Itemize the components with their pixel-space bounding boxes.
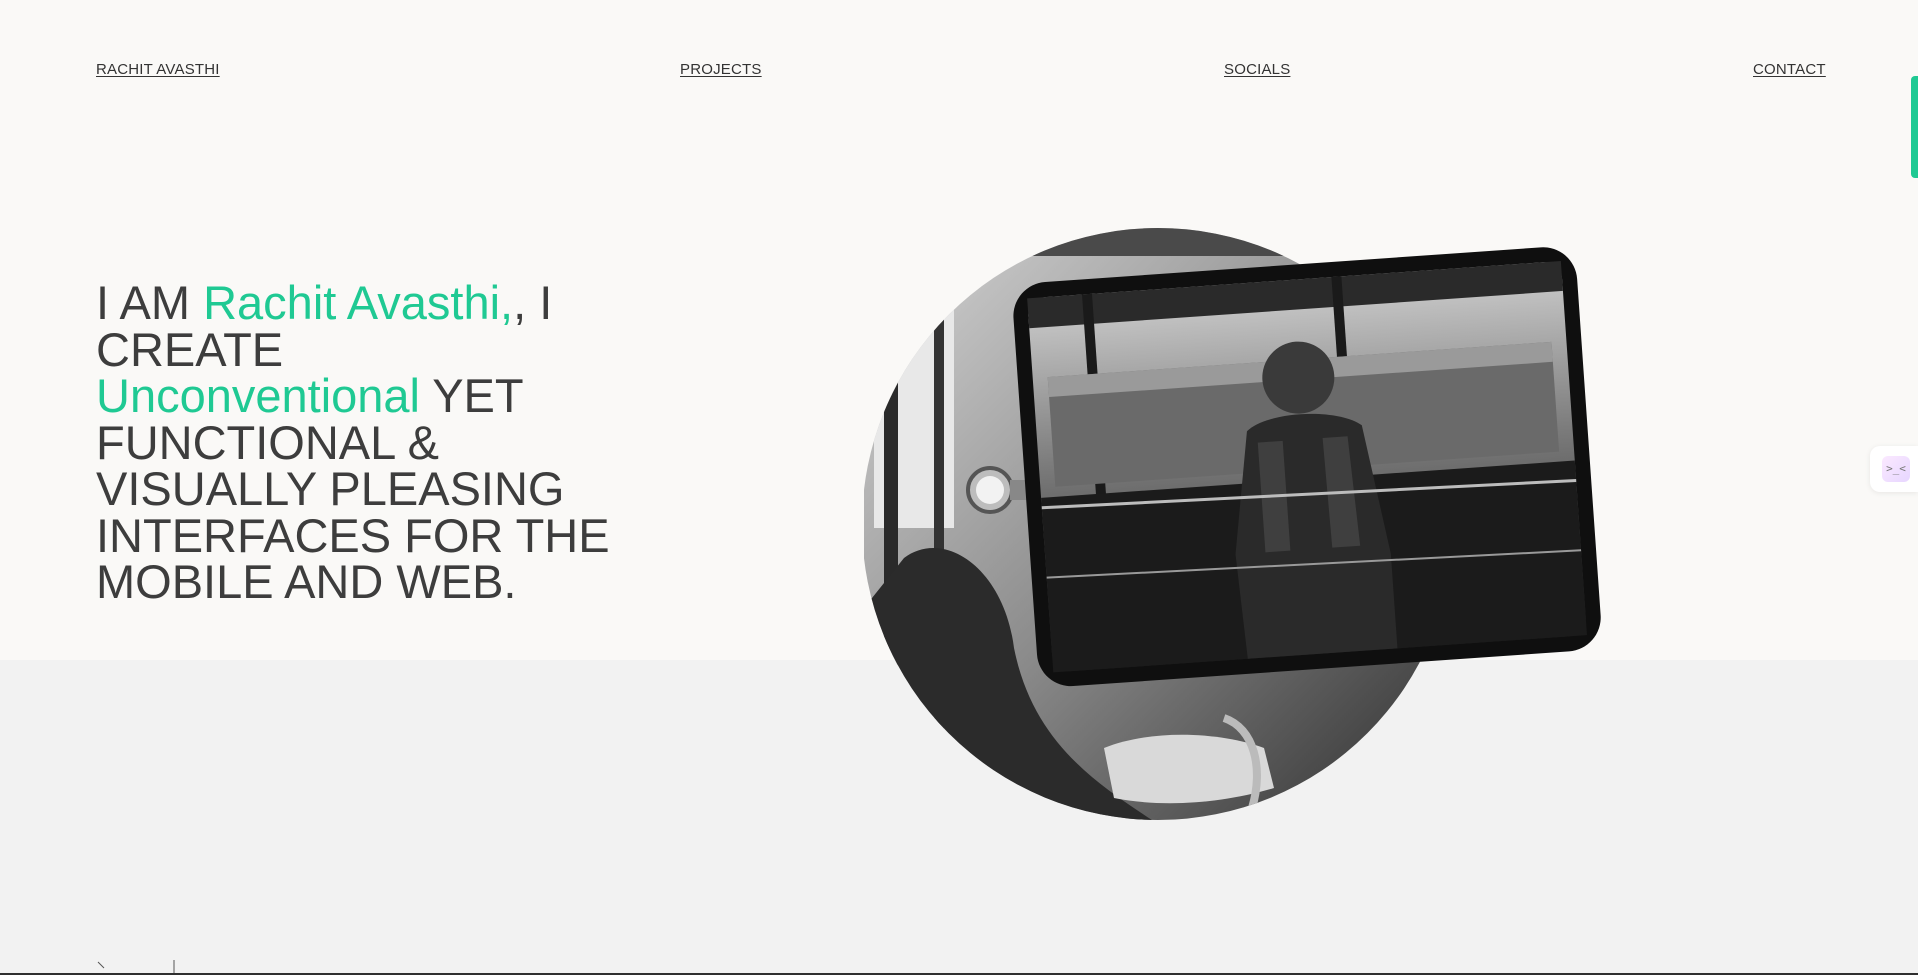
nav-link-home[interactable]: RACHIT AVASTHI	[96, 61, 220, 78]
hero-headline: I AM Rachit Avasthi,, I CREATE Unconvent…	[96, 279, 616, 606]
chat-widget-icon: >_<	[1882, 456, 1910, 482]
nav-link-projects[interactable]: PROJECTS	[680, 61, 762, 78]
nav-link-contact[interactable]: CONTACT	[1753, 61, 1826, 78]
nav-link-socials[interactable]: SOCIALS	[1224, 61, 1290, 78]
phone-screen	[1013, 247, 1601, 687]
hero-accent-word: Unconventional	[96, 369, 420, 422]
chat-widget-button[interactable]: >_<	[1870, 446, 1918, 492]
page: RACHIT AVASTHI PROJECTS SOCIALS CONTACT …	[0, 0, 1918, 975]
scroll-progress-bar[interactable]	[1911, 76, 1918, 178]
hero-photo	[864, 228, 1601, 820]
hero-name: Rachit Avasthi,	[203, 276, 514, 329]
hero-text-part1: I AM	[96, 276, 204, 329]
chevron-right-icon	[97, 961, 105, 969]
